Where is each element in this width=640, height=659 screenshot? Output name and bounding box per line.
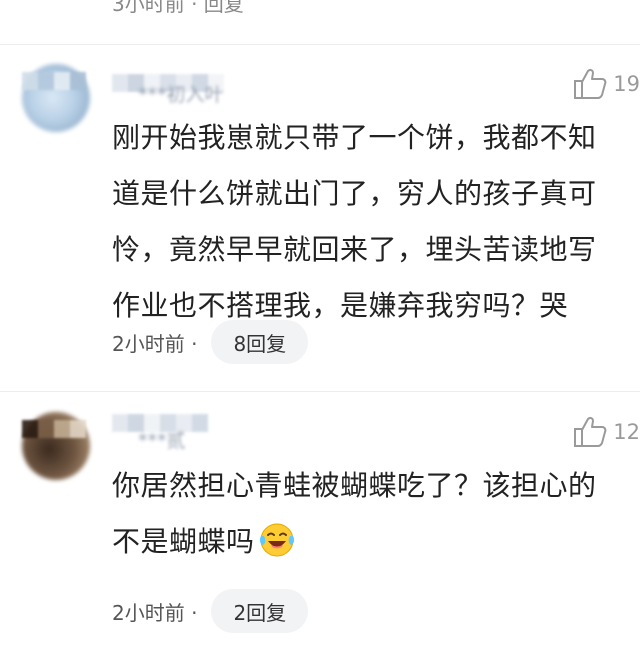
divider — [0, 44, 640, 45]
comment-line: 道是什么饼就出门了，穷人的孩子真可 — [112, 177, 597, 210]
username[interactable]: ***初入叶 — [138, 80, 224, 107]
thumbs-up-icon — [574, 416, 607, 447]
divider — [0, 391, 640, 392]
comment-line: 你居然担心青蛙被蝴蝶吃了？该担心的 — [112, 469, 597, 502]
avatar-mosaic — [22, 72, 86, 90]
like-button[interactable]: 12 — [573, 416, 640, 448]
comment-meta: 2小时前 · 8回复 — [112, 320, 309, 364]
comment-text: 刚开始我崽就只带了一个饼，我都不知 道是什么饼就出门了，穷人的孩子真可 怜，竟然… — [112, 110, 624, 334]
like-count: 12 — [613, 420, 640, 444]
thumbs-up-icon — [574, 68, 607, 99]
comment-meta: 2小时前 · 2回复 — [112, 589, 309, 633]
comment-line-text: 不是蝴蝶吗 — [112, 525, 255, 558]
comment-feed: 3小时前 · 回复 ***初入叶 19 刚开始我崽就只带了一个饼，我都不知 道是… — [0, 0, 640, 659]
reply-count: 8回复 — [233, 331, 287, 356]
like-count: 19 — [613, 72, 640, 96]
like-button[interactable]: 19 — [573, 68, 640, 100]
reply-count: 2回复 — [233, 600, 287, 625]
comment-time: 2小时前 · — [112, 600, 198, 625]
comment-line: 不是蝴蝶吗 — [112, 514, 624, 570]
avatar-mosaic — [22, 420, 86, 438]
comment-line: 怜，竟然早早就回来了，埋头苦读地写 — [112, 233, 597, 266]
previous-comment-meta: 3小时前 · 回复 — [112, 0, 244, 16]
reply-button[interactable]: 2回复 — [211, 589, 309, 633]
reply-button[interactable]: 8回复 — [211, 320, 309, 364]
laughing-crying-emoji — [259, 523, 294, 557]
comment-text: 你居然担心青蛙被蝴蝶吃了？该担心的 不是蝴蝶吗 — [112, 458, 624, 570]
comment-time: 2小时前 · — [112, 331, 198, 356]
username[interactable]: ***贰 — [138, 426, 186, 453]
comment-line: 刚开始我崽就只带了一个饼，我都不知 — [112, 121, 597, 154]
